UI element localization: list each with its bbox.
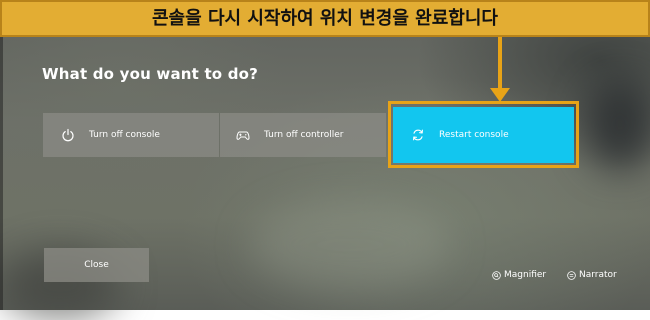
magnifier-icon [492,270,501,280]
narrator-label: Narrator [579,270,617,280]
annotation-arrow-shaft [498,37,502,89]
restart-console-label: Restart console [439,130,509,140]
magnifier-label: Magnifier [504,270,547,280]
magnifier-button[interactable]: Magnifier [492,270,546,280]
controller-icon [236,131,250,140]
banner-text: 콘솔을 다시 시작하여 위치 변경을 완료합니다 [152,8,498,29]
annotation-arrow-head [490,88,510,102]
restart-console-button[interactable]: Restart console [393,107,574,163]
close-button-label: Close [84,260,109,270]
restart-icon [413,129,423,141]
background-blur [250,200,450,290]
power-icon [62,128,74,142]
turn-off-controller-label: Turn off controller [264,130,344,140]
turn-off-console-button[interactable]: Turn off console [43,113,219,157]
narrator-button[interactable]: Narrator [567,270,617,280]
close-button[interactable]: Close [44,248,149,282]
screen-edge [0,0,3,310]
background-blur [585,80,650,170]
dialog-heading: What do you want to do? [42,65,259,83]
turn-off-console-label: Turn off console [89,130,160,140]
narrator-icon [567,270,576,280]
turn-off-controller-button[interactable]: Turn off controller [220,113,386,157]
instruction-banner: 콘솔을 다시 시작하여 위치 변경을 완료합니다 [0,0,650,37]
